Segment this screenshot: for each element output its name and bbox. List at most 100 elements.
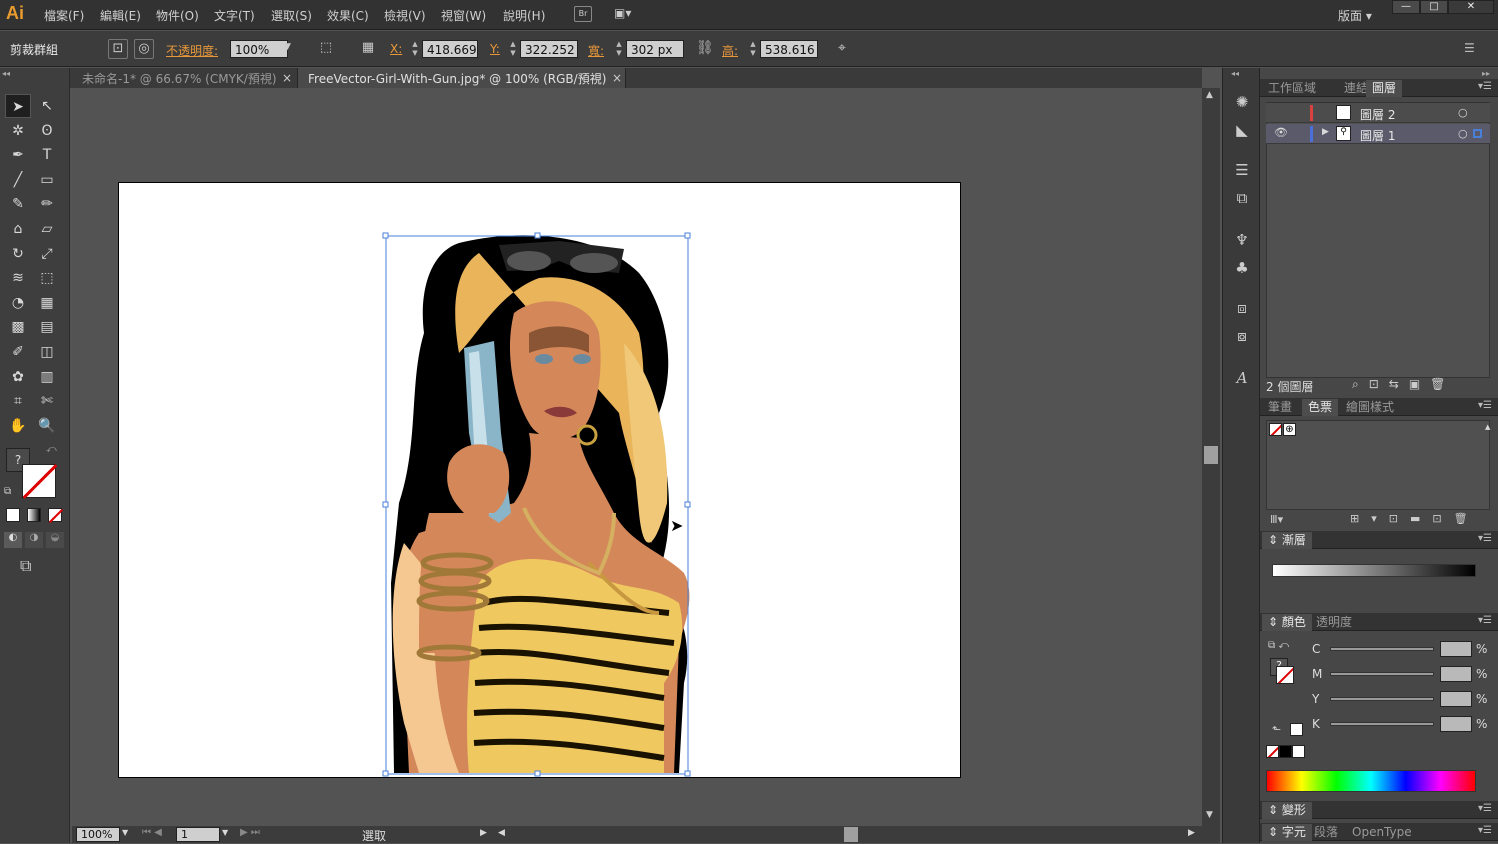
menu-help[interactable]: 說明(H)	[503, 7, 545, 24]
layer-name[interactable]: 圖層 2	[1360, 106, 1395, 123]
menu-file[interactable]: 檔案(F)	[44, 7, 84, 24]
appearance-icon[interactable]: ✺	[1232, 92, 1252, 112]
menu-effect[interactable]: 效果(C)	[327, 7, 369, 24]
gradient-tool-icon[interactable]: ▤	[34, 315, 60, 339]
type-tool-icon[interactable]: T	[34, 143, 60, 167]
maximize-button[interactable]: □	[1420, 0, 1448, 14]
draw-inside-icon[interactable]: ◒	[46, 532, 64, 548]
out-of-gamut-icon[interactable]: ⬑	[1272, 723, 1281, 736]
align-icon[interactable]: ☰	[1232, 160, 1252, 180]
pencil-tool-icon[interactable]: ✏	[34, 192, 60, 216]
opacity-field[interactable]: 100%	[230, 40, 288, 58]
panel-menu-icon[interactable]: ▾☰	[1478, 533, 1492, 544]
none-swatch[interactable]	[1269, 423, 1282, 436]
tab-transparency[interactable]: 透明度	[1310, 614, 1358, 631]
tab-girl-with-gun[interactable]: FreeVector-Girl-With-Gun.jpg* @ 100% (RG…	[298, 68, 626, 88]
edit-clipping-path-icon[interactable]: ⊡	[108, 39, 128, 59]
graphic-styles-icon[interactable]: ◣	[1232, 120, 1252, 140]
tab-transform[interactable]: ⇕ 變形	[1262, 802, 1312, 819]
opacity-dropdown-icon[interactable]: ▼	[284, 42, 291, 52]
target-circle-icon[interactable]: ○	[1458, 127, 1468, 140]
panel-menu-icon[interactable]: ▾☰	[1478, 400, 1492, 411]
menu-edit[interactable]: 編輯(E)	[100, 7, 141, 24]
menu-window[interactable]: 視窗(W)	[441, 7, 486, 24]
none-color-button[interactable]	[1266, 745, 1279, 758]
default-fill-stroke-icon[interactable]: ⧉	[4, 486, 11, 497]
swatch-library-icon[interactable]: Ⅲ▾	[1270, 513, 1283, 526]
tab-paragraph[interactable]: 段落	[1308, 824, 1344, 841]
scale-tool-icon[interactable]: ⤢	[34, 242, 60, 266]
perspective-grid-tool-icon[interactable]: ▦	[34, 291, 60, 315]
recolor-icon[interactable]: ⬚	[316, 39, 336, 59]
scroll-thumb[interactable]	[1204, 446, 1218, 464]
symbol-sprayer-tool-icon[interactable]: ✿	[5, 365, 31, 389]
artboard-tool-icon[interactable]: ⌗	[5, 389, 31, 413]
tab-untitled[interactable]: 未命名-1* @ 66.67% (CMYK/預視)	[72, 68, 298, 88]
c-slider[interactable]	[1330, 647, 1434, 651]
rotate-tool-icon[interactable]: ↻	[5, 242, 31, 266]
stroke-none-swatch[interactable]	[22, 464, 58, 499]
scroll-up-icon[interactable]: ▲	[1206, 90, 1213, 100]
layer-row[interactable]: 圖層 2 ○	[1266, 103, 1490, 123]
line-tool-icon[interactable]: ╱	[5, 168, 31, 192]
graphic-styles-2-icon[interactable]: ⧇	[1232, 326, 1252, 346]
k-slider[interactable]	[1330, 722, 1434, 726]
layer-row[interactable]: 👁 ▶ ⚲ 圖層 1 ○	[1266, 124, 1490, 144]
hscroll-right-icon[interactable]: ▶	[1188, 828, 1195, 838]
gradient-mode-icon[interactable]	[27, 508, 41, 522]
selection-indicator[interactable]	[1473, 129, 1482, 138]
y-field[interactable]: 322.252	[520, 40, 578, 58]
swatch-scroll-icon[interactable]: ▲	[1485, 423, 1490, 431]
tab-close-icon[interactable]: ×	[282, 71, 292, 85]
hscroll-thumb[interactable]	[844, 827, 858, 842]
next-artboard-icon[interactable]: ▶ ⏭	[240, 827, 260, 838]
k-value[interactable]	[1440, 716, 1472, 732]
magic-wand-tool-icon[interactable]: ✲	[5, 119, 31, 143]
transform-options-icon[interactable]: ⌖	[838, 40, 846, 56]
eraser-tool-icon[interactable]: ▱	[34, 217, 60, 241]
canvas[interactable]: ➤	[72, 88, 1202, 826]
symbols-icon[interactable]: ♣	[1232, 258, 1252, 278]
toolbox-collapse-icon[interactable]: ◂◂	[2, 69, 10, 78]
color-mode-icon[interactable]	[6, 508, 20, 522]
draw-normal-icon[interactable]: ◐	[4, 532, 22, 548]
lasso-tool-icon[interactable]: ʘ	[34, 119, 60, 143]
artboard-number-field[interactable]: 1	[176, 827, 220, 842]
hscroll-left-icon[interactable]: ◀	[498, 828, 505, 838]
tab-close-icon[interactable]: ×	[612, 71, 622, 85]
workspace-switcher[interactable]: 版面 ▾	[1338, 7, 1372, 24]
tab-color[interactable]: ⇕ 顏色	[1262, 614, 1312, 631]
shape-builder-tool-icon[interactable]: ◔	[5, 291, 31, 315]
visibility-eye-icon[interactable]: 👁	[1274, 126, 1288, 139]
menu-object[interactable]: 物件(O)	[156, 7, 199, 24]
brushes-icon[interactable]: ♆	[1232, 230, 1252, 250]
first-artboard-icon[interactable]: ⏮ ◀	[142, 827, 162, 838]
menu-type[interactable]: 文字(T)	[214, 7, 255, 24]
tab-swatches[interactable]: 色票	[1302, 399, 1339, 416]
bridge-button[interactable]: Br	[574, 6, 592, 22]
m-value[interactable]	[1440, 666, 1472, 682]
scroll-down-icon[interactable]: ▼	[1206, 810, 1213, 820]
draw-behind-icon[interactable]: ◑	[25, 532, 43, 548]
panel-menu-icon[interactable]: ▾☰	[1478, 615, 1492, 626]
blend-tool-icon[interactable]: ◫	[34, 340, 60, 364]
x-field[interactable]: 418.669	[422, 40, 478, 58]
mesh-tool-icon[interactable]: ▩	[5, 315, 31, 339]
black-color-button[interactable]	[1279, 745, 1292, 758]
swap-fill-stroke-icon[interactable]: ⤺	[46, 444, 57, 455]
warp-tool-icon[interactable]: ≋	[5, 266, 31, 290]
control-menu-icon[interactable]: ☰	[1464, 41, 1475, 55]
panel-menu-icon[interactable]: ▾☰	[1478, 825, 1492, 836]
white-swatch[interactable]	[1290, 723, 1303, 736]
minimize-button[interactable]: —	[1392, 0, 1420, 14]
default-colors-icon[interactable]: ⧉ ⤺	[1268, 640, 1289, 651]
blob-brush-tool-icon[interactable]: ⌂	[5, 217, 31, 241]
color-spectrum[interactable]	[1266, 770, 1476, 792]
swatch-actions[interactable]: ⊞▾⊡▬⊡🗑	[1350, 512, 1480, 525]
gradient-preview[interactable]	[1272, 564, 1476, 577]
edit-contents-icon[interactable]: ◎	[134, 39, 154, 59]
zoom-dropdown-icon[interactable]: ▼	[122, 828, 128, 837]
stroke-swatch[interactable]	[1276, 666, 1294, 684]
free-transform-tool-icon[interactable]: ⬚	[34, 266, 60, 290]
width-field[interactable]: 302 px	[626, 40, 684, 58]
